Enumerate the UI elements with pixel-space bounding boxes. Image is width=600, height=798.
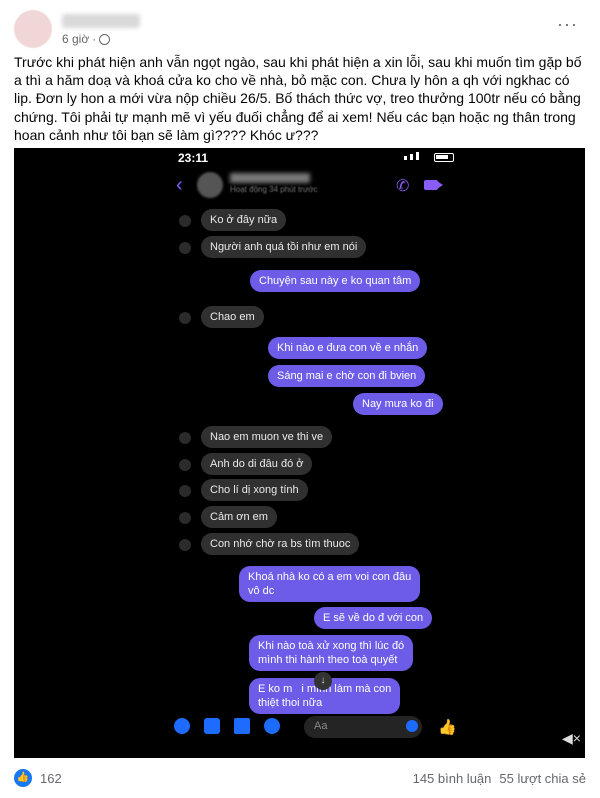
mute-icon[interactable]: ◀× — [562, 730, 581, 747]
plus-icon — [174, 718, 190, 734]
post-stats: 145 bình luận 55 lượt chia sẻ — [413, 771, 586, 786]
post-time[interactable]: 6 giờ — [62, 32, 89, 46]
signal-icon — [404, 152, 419, 160]
incoming-message: Cho lí dị xong tính — [201, 479, 308, 501]
like-reaction-icon[interactable]: 👍 — [14, 769, 32, 787]
contact-avatar — [197, 172, 223, 198]
avatar[interactable] — [14, 10, 52, 48]
camera-icon — [204, 718, 220, 734]
outgoing-message: Khi nào toà xử xong thì lúc đó mình thi … — [249, 635, 414, 671]
chat-screenshot-image[interactable]: 23:11 ‹ Hoạt động 34 phút trước ✆ Ko ở đ… — [14, 148, 585, 758]
like-count[interactable]: 162 — [40, 771, 62, 786]
post-header: 6 giờ · ··· — [14, 8, 586, 48]
phone-call-icon: ✆ — [396, 178, 410, 195]
battery-icon — [434, 153, 454, 162]
chat-header: ‹ Hoạt động 34 phút trước ✆ — [14, 170, 585, 200]
contact-name-blurred — [230, 173, 310, 183]
sender-mini-avatar — [179, 432, 191, 444]
sender-mini-avatar — [179, 512, 191, 524]
chat-toolbar: Aa 👍 — [14, 714, 585, 744]
like-thumb-icon: 👍 — [438, 719, 457, 736]
video-call-icon — [424, 180, 443, 190]
outgoing-message: Chuyện sau này e ko quan tâm — [250, 270, 421, 292]
microphone-icon — [264, 718, 280, 734]
incoming-message: Nao em muon ve thi ve — [201, 426, 333, 448]
phone-status-bar: 23:11 — [14, 148, 585, 170]
incoming-message: Chao em — [201, 306, 264, 328]
post-text: Trước khi phát hiện anh vẫn ngọt ngào, s… — [14, 54, 582, 143]
more-options-icon[interactable]: ··· — [557, 14, 578, 35]
sender-mini-avatar — [179, 485, 191, 497]
sender-mini-avatar — [179, 539, 191, 551]
sender-mini-avatar — [179, 459, 191, 471]
author-name-blurred[interactable] — [62, 14, 140, 28]
outgoing-message: Khi nào e đưa con về e nhắn — [268, 337, 428, 359]
scroll-down-icon: ↓ — [314, 672, 332, 690]
outgoing-message: Sáng mai e chờ con đi bvien — [268, 365, 426, 387]
incoming-message: Cảm ơn em — [201, 506, 277, 528]
comment-count[interactable]: 145 bình luận — [413, 771, 492, 786]
outgoing-message: E sẽ về do đ với con — [314, 607, 433, 629]
emoji-icon — [406, 720, 418, 732]
incoming-message: Ko ở đây nữa — [201, 209, 287, 231]
image-icon — [234, 718, 250, 734]
share-count[interactable]: 55 lượt chia sẻ — [499, 771, 586, 786]
incoming-message: Người anh quá tồi như em nói — [201, 236, 367, 258]
post-meta: 6 giờ · — [62, 32, 111, 46]
message-input: Aa — [304, 716, 422, 738]
back-icon: ‹ — [176, 174, 183, 196]
globe-icon — [99, 33, 111, 45]
sender-mini-avatar — [179, 215, 191, 227]
contact-status: Hoạt động 34 phút trước — [230, 185, 318, 194]
incoming-message: Con nhớ chờ ra bs tìm thuoc — [201, 533, 360, 555]
incoming-message: Anh do di đâu đó ở — [201, 453, 313, 475]
outgoing-message: Khoá nhà ko có a em voi con đâu vô dc — [239, 566, 421, 602]
status-time: 23:11 — [178, 151, 209, 165]
post-footer: 👍 162 145 bình luận 55 lượt chia sẻ — [14, 768, 586, 790]
outgoing-message: Nay mưa ko đi — [353, 393, 443, 415]
sender-mini-avatar — [179, 312, 191, 324]
sender-mini-avatar — [179, 242, 191, 254]
